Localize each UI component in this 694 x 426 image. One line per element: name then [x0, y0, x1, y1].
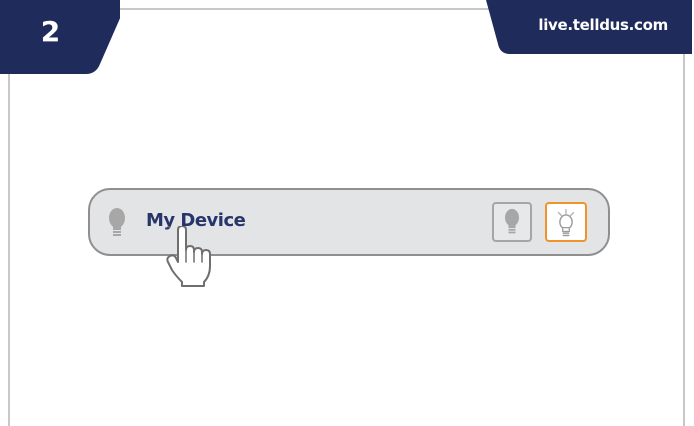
turn-on-button[interactable] — [545, 202, 587, 242]
step-badge: 2 — [0, 0, 120, 74]
bulb-on-icon — [557, 209, 575, 237]
site-url-badge: live.telldus.com — [486, 0, 692, 54]
site-url[interactable]: live.telldus.com — [538, 16, 668, 34]
hand-pointer-icon — [166, 222, 226, 288]
bulb-off-icon — [505, 208, 519, 234]
bulb-off-icon — [106, 207, 128, 239]
turn-off-button[interactable] — [492, 202, 532, 242]
step-number: 2 — [40, 15, 60, 48]
